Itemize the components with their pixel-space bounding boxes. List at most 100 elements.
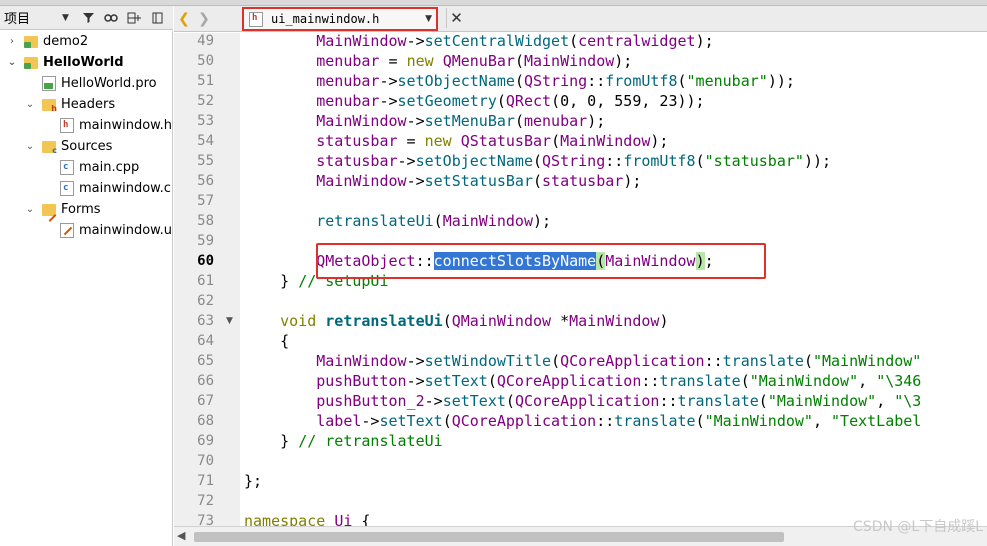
link-icon[interactable]	[101, 9, 121, 27]
code-line: MainWindow->setStatusBar(statusbar);	[244, 171, 641, 191]
tree-item[interactable]: c mainwindow.cpp	[42, 178, 172, 199]
code-line: MainWindow->setMenuBar(menubar);	[244, 111, 605, 131]
code-token: menubar	[316, 52, 380, 70]
code-token: fromUtf8	[623, 152, 696, 170]
ui-file-icon	[60, 223, 74, 238]
code-token: ::	[605, 152, 624, 170]
chevron-down-icon[interactable]: ⌄	[24, 99, 36, 110]
tree-item[interactable]: › demo2	[6, 31, 88, 52]
code-token: QStatusBar	[460, 132, 552, 150]
code-token: );	[614, 52, 633, 70]
code-token: (	[803, 352, 813, 370]
code-token: label	[316, 412, 362, 430]
code-line: } // retranslateUi	[244, 431, 443, 451]
tree-item[interactable]: h mainwindow.h	[42, 115, 172, 136]
chevron-down-icon[interactable]: ⌄	[24, 141, 36, 152]
tree-item-label: demo2	[43, 34, 89, 49]
code-token: QRect	[505, 92, 552, 110]
code-token: ::	[641, 372, 660, 390]
line-number: 68	[197, 413, 214, 429]
code-token: ::	[587, 72, 606, 90]
code-token: =	[379, 52, 407, 70]
document-tab-label: ui_mainwindow.h	[271, 12, 380, 26]
code-token: "\346	[876, 372, 922, 390]
code-token: (	[505, 392, 515, 410]
line-number: 55	[197, 153, 214, 169]
chevron-down-icon[interactable]: ▼	[425, 14, 432, 24]
code-token: (	[569, 33, 579, 50]
code-token: (	[514, 52, 524, 70]
code-token: translate	[659, 372, 741, 390]
line-number: 65	[197, 353, 214, 369]
headers-folder-icon: h	[42, 99, 57, 113]
chevron-right-icon[interactable]: ›	[6, 36, 18, 47]
tree-item[interactable]: c main.cpp	[42, 157, 139, 178]
code-token: (	[551, 132, 561, 150]
line-number: 70	[197, 453, 214, 469]
filter-icon[interactable]	[78, 9, 98, 27]
tree-item[interactable]: ⌄ HelloWorld	[6, 52, 124, 73]
code-token: setGeometry	[397, 92, 497, 110]
line-number: 64	[197, 333, 214, 349]
cpp-file-icon: c	[60, 160, 74, 175]
close-icon[interactable]: ✕	[446, 8, 466, 28]
code-line: MainWindow->setCentralWidget(centralwidg…	[244, 33, 714, 51]
code-token: );	[695, 33, 714, 50]
code-token: centralwidget	[578, 33, 696, 50]
code-token: "MainWindow"	[704, 412, 813, 430]
code-token: setStatusBar	[424, 172, 533, 190]
code-token: (	[533, 172, 543, 190]
code-token: namespace	[244, 512, 326, 526]
code-token: translate	[722, 352, 804, 370]
scrollbar-thumb[interactable]	[194, 532, 784, 542]
code-line: namespace Ui {	[244, 511, 370, 526]
split-add-icon[interactable]	[124, 9, 144, 27]
document-tab[interactable]: h ui_mainwindow.h ▼	[242, 7, 438, 31]
forward-arrow-icon[interactable]: ❯	[194, 8, 214, 30]
code-token: (	[487, 372, 497, 390]
code-token: ->	[379, 92, 398, 110]
code-line: statusbar->setObjectName(QString::fromUt…	[244, 151, 831, 171]
code-token: MainWindow	[316, 112, 407, 130]
tree-item[interactable]: mainwindow.ui	[42, 220, 172, 241]
tree-item[interactable]: ⌄ Forms	[24, 199, 101, 222]
chevron-down-icon[interactable]: ▼	[62, 13, 76, 23]
close-pane-icon[interactable]	[147, 9, 167, 27]
fold-marker-icon[interactable]: ▼	[226, 311, 233, 331]
code-token: "TextLabel	[831, 412, 922, 430]
code-token: (	[677, 72, 687, 90]
code-token: statusbar	[316, 132, 398, 150]
line-number: 59	[197, 233, 214, 249]
code-token: =	[397, 132, 425, 150]
tree-item[interactable]: HelloWorld.pro	[24, 73, 157, 94]
tree-item-label: main.cpp	[79, 160, 140, 175]
back-arrow-icon[interactable]: ❮	[174, 8, 194, 30]
line-number: 51	[197, 73, 214, 89]
code-token: QCoreApplication	[496, 372, 642, 390]
scroll-left-icon[interactable]: ◀	[177, 529, 185, 542]
line-number: 63	[197, 313, 214, 329]
code-token: ,	[858, 372, 877, 390]
code-token: fromUtf8	[605, 72, 678, 90]
tree-item[interactable]: ⌄ h Headers	[24, 94, 115, 115]
project-pane-title[interactable]: 项目	[0, 8, 62, 27]
chevron-down-icon[interactable]: ⌄	[24, 204, 36, 215]
tree-item[interactable]: ⌄ c Sources	[24, 136, 113, 157]
code-token: QMenuBar	[442, 52, 515, 70]
code-token: (	[695, 152, 705, 170]
code-editor[interactable]: MainWindow->setCentralWidget(centralwidg…	[240, 33, 987, 526]
chevron-down-icon[interactable]: ⌄	[6, 57, 18, 68]
code-token: new	[424, 132, 452, 150]
line-number: 52	[197, 93, 214, 109]
code-token: // retranslateUi	[298, 432, 443, 450]
line-number: 73	[197, 513, 214, 526]
code-token: "\3	[894, 392, 922, 410]
